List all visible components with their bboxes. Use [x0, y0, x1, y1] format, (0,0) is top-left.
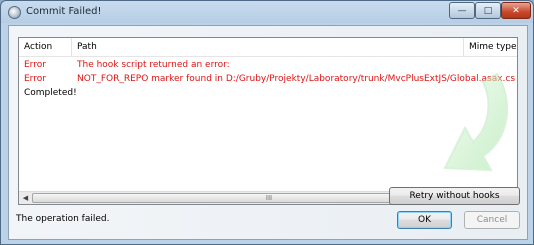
minimize-button[interactable]: — [449, 2, 475, 19]
column-header-path[interactable]: Path [77, 42, 97, 52]
column-header-mime-type[interactable]: Mime type [469, 42, 517, 52]
dialog-panel: Action Path Mime type Error The hook scr… [8, 25, 528, 240]
grip-icon: III [265, 194, 273, 202]
ok-button[interactable]: OK [397, 211, 452, 229]
close-button[interactable]: ✕ [501, 2, 531, 19]
results-list[interactable]: Action Path Mime type Error The hook scr… [18, 37, 518, 205]
app-icon [8, 6, 21, 19]
column-header-action[interactable]: Action [24, 42, 52, 52]
retry-without-hooks-button[interactable]: Retry without hooks [389, 187, 520, 205]
cancel-button[interactable]: Cancel [464, 211, 520, 229]
scroll-left-icon[interactable]: ◀ [19, 192, 32, 204]
column-divider[interactable] [463, 38, 464, 56]
maximize-button[interactable]: □ [475, 2, 501, 19]
title-bar[interactable]: Commit Failed! — □ ✕ [1, 1, 533, 25]
commit-arrow-watermark-icon [443, 72, 508, 172]
column-divider[interactable] [71, 38, 72, 56]
window-title: Commit Failed! [26, 6, 102, 17]
status-text: The operation failed. [16, 214, 110, 224]
row-action: Error [24, 74, 46, 84]
row-action: Completed! [24, 88, 77, 98]
row-action: Error [24, 60, 46, 70]
dialog-window: Commit Failed! — □ ✕ Action Path Mime ty… [0, 0, 534, 245]
list-header: Action Path Mime type [19, 38, 517, 57]
row-path: The hook script returned an error: [77, 60, 230, 70]
